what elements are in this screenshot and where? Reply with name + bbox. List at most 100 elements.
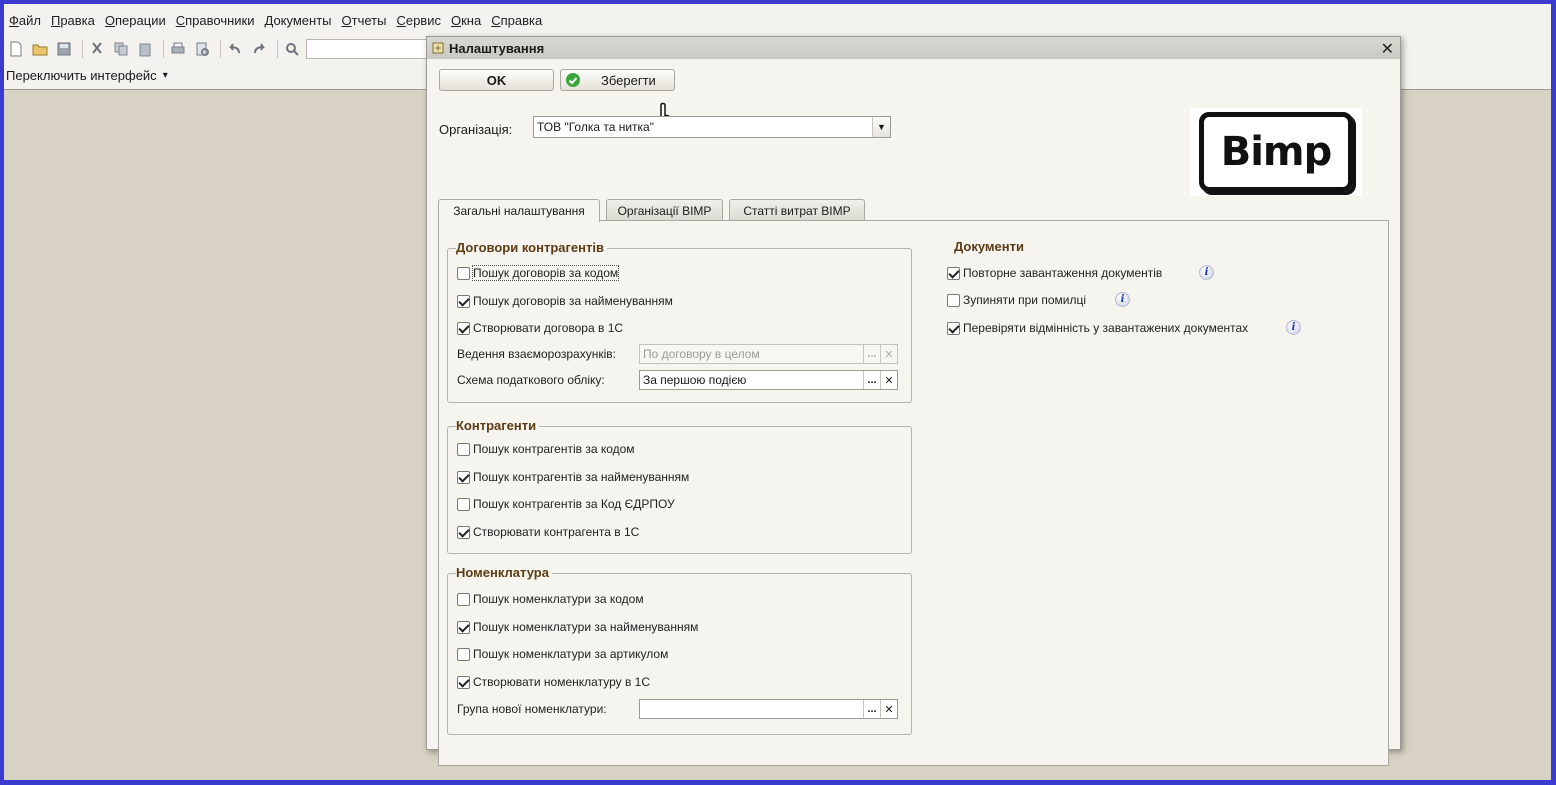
paste-icon[interactable] bbox=[135, 39, 155, 59]
checkbox-counterparties-by-edrpou[interactable]: Пошук контрагентів за Код ЄДРПОУ bbox=[457, 496, 675, 512]
checkbox-nomenclature-by-article[interactable]: Пошук номенклатури за артикулом bbox=[457, 646, 668, 662]
print-icon[interactable] bbox=[168, 39, 188, 59]
checkbox-label: Зупиняти при помилці bbox=[963, 293, 1086, 307]
new-nomenclature-group-label: Група нової номенклатури: bbox=[457, 702, 607, 716]
settings-icon bbox=[432, 42, 444, 54]
organization-select[interactable]: ТОВ "Голка та нитка" ▼ bbox=[533, 116, 891, 138]
checkbox[interactable] bbox=[457, 620, 470, 634]
toolbar-search-input[interactable] bbox=[306, 39, 446, 59]
menu-directories[interactable]: Справочники bbox=[176, 13, 255, 28]
menu-bar: Файл Правка Операции Справочники Докумен… bbox=[4, 4, 1551, 36]
checkbox[interactable] bbox=[947, 321, 960, 335]
checkbox[interactable] bbox=[457, 470, 470, 484]
dialog-body: OK Зберегти Організація: ТОВ "Голка та н… bbox=[427, 59, 1400, 766]
info-icon[interactable]: i bbox=[1286, 320, 1301, 335]
ok-button[interactable]: OK bbox=[439, 69, 554, 91]
menu-edit[interactable]: Правка bbox=[51, 13, 95, 28]
copy-icon[interactable] bbox=[111, 39, 131, 59]
clear-icon: ✕ bbox=[880, 345, 897, 363]
select-dots-icon[interactable]: ... bbox=[863, 371, 880, 389]
cut-icon[interactable] bbox=[87, 39, 107, 59]
checkbox-stop-on-error[interactable]: Зупиняти при помилці bbox=[947, 292, 1086, 308]
settlement-value: По договору в целом bbox=[643, 347, 760, 361]
documents-title: Документи bbox=[954, 239, 1024, 254]
new-document-icon[interactable] bbox=[6, 39, 26, 59]
chevron-down-icon[interactable]: ▾ bbox=[163, 70, 168, 81]
new-nomenclature-group-field[interactable]: ... ✕ bbox=[639, 699, 898, 719]
undo-icon[interactable] bbox=[225, 39, 245, 59]
nomenclature-group-title: Номенклатура bbox=[456, 565, 552, 580]
menu-file[interactable]: Файл bbox=[9, 13, 41, 28]
checkbox-reload-documents[interactable]: Повторне завантаження документів bbox=[947, 265, 1162, 281]
checkbox-check-loaded-differences[interactable]: Перевіряти відмінність у завантажених до… bbox=[947, 320, 1248, 336]
checkbox[interactable] bbox=[457, 647, 470, 661]
checkbox[interactable] bbox=[457, 525, 470, 539]
open-folder-icon[interactable] bbox=[30, 39, 50, 59]
save-disk-icon[interactable] bbox=[54, 39, 74, 59]
toolbar-separator bbox=[82, 40, 83, 58]
dialog-title: Налаштування bbox=[449, 40, 545, 56]
tax-scheme-label: Схема податкового обліку: bbox=[457, 373, 605, 387]
menu-operations[interactable]: Операции bbox=[105, 13, 166, 28]
print-preview-icon[interactable] bbox=[192, 39, 212, 59]
tab-general-settings[interactable]: Загальні налаштування bbox=[438, 199, 600, 222]
checkbox-contracts-by-code[interactable]: Пошук договорів за кодом bbox=[457, 265, 620, 281]
menu-windows[interactable]: Окна bbox=[451, 13, 481, 28]
checkbox-counterparties-by-name[interactable]: Пошук контрагентів за найменуванням bbox=[457, 469, 689, 485]
application-window: Файл Правка Операции Справочники Докумен… bbox=[4, 4, 1551, 780]
select-dots-icon[interactable]: ... bbox=[863, 700, 880, 718]
checkbox[interactable] bbox=[457, 321, 470, 335]
general-settings-panel: Договори контрагентів Пошук договорів за… bbox=[438, 220, 1389, 766]
settlement-field: По договору в целом ... ✕ bbox=[639, 344, 898, 364]
info-icon[interactable]: i bbox=[1115, 292, 1130, 307]
checkbox-label: Перевіряти відмінність у завантажених до… bbox=[963, 321, 1249, 335]
checkbox-nomenclature-by-name[interactable]: Пошук номенклатури за найменуванням bbox=[457, 619, 698, 635]
checkbox[interactable] bbox=[457, 266, 470, 280]
checkbox-contracts-by-name[interactable]: Пошук договорів за найменуванням bbox=[457, 293, 673, 309]
clear-icon[interactable]: ✕ bbox=[880, 700, 897, 718]
switch-interface-button[interactable]: Переключить интерфейс bbox=[6, 68, 157, 83]
counterparties-group: Контрагенти Пошук контрагентів за кодом … bbox=[447, 418, 912, 554]
checkbox-label: Пошук контрагентів за кодом bbox=[473, 442, 635, 456]
tab-bimp-cost-items[interactable]: Статті витрат ВІМР bbox=[729, 199, 865, 221]
toolbar-separator bbox=[220, 40, 221, 58]
checkbox[interactable] bbox=[947, 266, 960, 280]
checkmark-circle-icon bbox=[566, 73, 580, 87]
info-icon[interactable]: i bbox=[1199, 265, 1214, 280]
dropdown-arrow-icon[interactable]: ▼ bbox=[872, 117, 890, 137]
menu-help[interactable]: Справка bbox=[491, 13, 542, 28]
counterparties-group-title: Контрагенти bbox=[456, 418, 540, 433]
checkbox-nomenclature-by-code[interactable]: Пошук номенклатури за кодом bbox=[457, 591, 644, 607]
dialog-title-bar[interactable]: Налаштування ✕ bbox=[427, 37, 1400, 59]
menu-reports[interactable]: Отчеты bbox=[342, 13, 387, 28]
checkbox[interactable] bbox=[457, 294, 470, 308]
nomenclature-group: Номенклатура Пошук номенклатури за кодом… bbox=[447, 565, 912, 735]
clear-icon[interactable]: ✕ bbox=[880, 371, 897, 389]
checkbox[interactable] bbox=[457, 675, 470, 689]
checkbox-label: Пошук номенклатури за кодом bbox=[473, 592, 644, 606]
checkbox-counterparties-by-code[interactable]: Пошук контрагентів за кодом bbox=[457, 441, 635, 457]
checkbox-create-contracts[interactable]: Створювати договора в 1С bbox=[457, 320, 623, 336]
checkbox-label: Пошук номенклатури за артикулом bbox=[473, 647, 669, 661]
tax-scheme-field[interactable]: За першою подією ... ✕ bbox=[639, 370, 898, 390]
tab-bimp-organizations[interactable]: Організації ВІМР bbox=[606, 199, 723, 221]
save-button-label: Зберегти bbox=[601, 72, 656, 88]
redo-icon[interactable] bbox=[249, 39, 269, 59]
checkbox-label: Пошук договорів за найменуванням bbox=[473, 294, 673, 308]
checkbox-label: Пошук договорів за кодом bbox=[471, 265, 620, 281]
checkbox[interactable] bbox=[457, 497, 470, 511]
checkbox[interactable] bbox=[947, 293, 960, 307]
settings-dialog: Налаштування ✕ OK Зберегти Організація: … bbox=[426, 36, 1401, 766]
contracts-group-title: Договори контрагентів bbox=[456, 240, 607, 255]
search-icon[interactable] bbox=[282, 39, 302, 59]
checkbox-create-nomenclature[interactable]: Створювати номенклатуру в 1С bbox=[457, 674, 650, 690]
checkbox[interactable] bbox=[457, 442, 470, 456]
close-icon[interactable]: ✕ bbox=[1381, 39, 1394, 59]
checkbox-label: Пошук номенклатури за найменуванням bbox=[473, 620, 699, 634]
save-button[interactable]: Зберегти bbox=[560, 69, 675, 91]
menu-service[interactable]: Сервис bbox=[396, 13, 441, 28]
checkbox-create-counterparty[interactable]: Створювати контрагента в 1С bbox=[457, 524, 639, 540]
checkbox-label: Повторне завантаження документів bbox=[963, 266, 1163, 280]
checkbox[interactable] bbox=[457, 592, 470, 606]
menu-documents[interactable]: Документы bbox=[264, 13, 331, 28]
